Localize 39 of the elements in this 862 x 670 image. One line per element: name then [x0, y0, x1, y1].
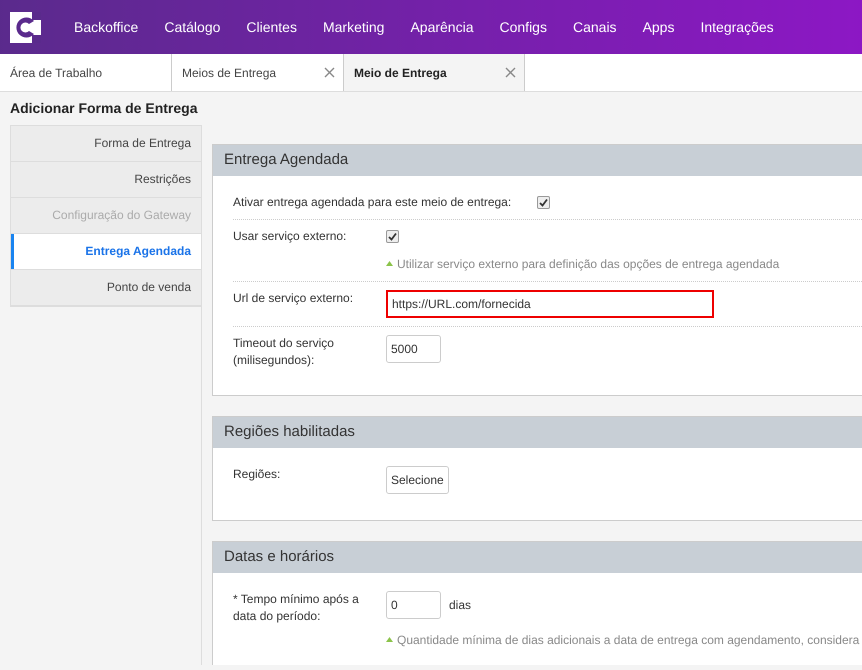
nav-link[interactable]: Canais	[560, 16, 630, 38]
close-icon[interactable]	[505, 67, 516, 78]
triangle-icon	[386, 637, 393, 642]
unit-label: dias	[449, 596, 472, 614]
sidebar-item: Configuração do Gateway	[11, 198, 201, 234]
field-label: Ativar entrega agendada para este meio de entrega:	[233, 194, 512, 211]
field-label: Regiões:	[233, 466, 282, 483]
panel-header: Entrega Agendada	[213, 144, 862, 176]
close-icon[interactable]	[324, 67, 335, 78]
checkbox[interactable]	[537, 196, 550, 209]
page-title: Adicionar Forma de Entrega	[9, 99, 199, 118]
field-label: Usar serviço externo:	[233, 228, 348, 245]
panel-header: Regiões habilitadas	[213, 416, 862, 448]
number-field[interactable]: 0	[386, 590, 441, 619]
field-label: * Tempo mínimo após a data do período:	[233, 590, 360, 625]
hint-text: Quantidade mínima de dias adicionais a data de entrega com agendamento, considera	[397, 632, 860, 649]
triangle-icon	[386, 261, 393, 266]
tab[interactable]: Meio de Entrega	[344, 54, 525, 91]
select-button[interactable]: Selecione	[386, 466, 449, 494]
sidebar-item[interactable]: Restrições	[11, 162, 201, 198]
checkbox[interactable]	[386, 230, 399, 243]
nav-link[interactable]: Catálogo	[151, 16, 234, 38]
panel-header: Datas e horários	[213, 542, 862, 573]
nav-link[interactable]: Aparência	[397, 16, 486, 38]
nav-link[interactable]: Apps	[630, 16, 688, 38]
nav-link[interactable]: Integrações	[687, 16, 787, 38]
hint-text: Utilizar serviço externo para definição das opções de entrega agendada	[397, 256, 780, 273]
nav-link[interactable]: Marketing	[310, 16, 398, 38]
field-label: Url de serviço externo:	[233, 290, 354, 307]
nav-link[interactable]: Configs	[486, 16, 560, 38]
sidebar-item[interactable]: Forma de Entrega	[11, 126, 201, 162]
sidebar-item[interactable]: Ponto de venda	[11, 270, 201, 306]
number-field[interactable]: 5000	[386, 334, 441, 363]
logo-icon[interactable]	[10, 12, 41, 42]
nav-link[interactable]: Backoffice	[61, 16, 152, 38]
nav-link[interactable]: Clientes	[233, 16, 310, 38]
url-field[interactable]: https://URL.com/fornecida	[386, 290, 714, 318]
sidebar-item[interactable]: Entrega Agendada	[11, 234, 201, 270]
field-label: Timeout do serviço (milisegundos):	[233, 334, 335, 369]
